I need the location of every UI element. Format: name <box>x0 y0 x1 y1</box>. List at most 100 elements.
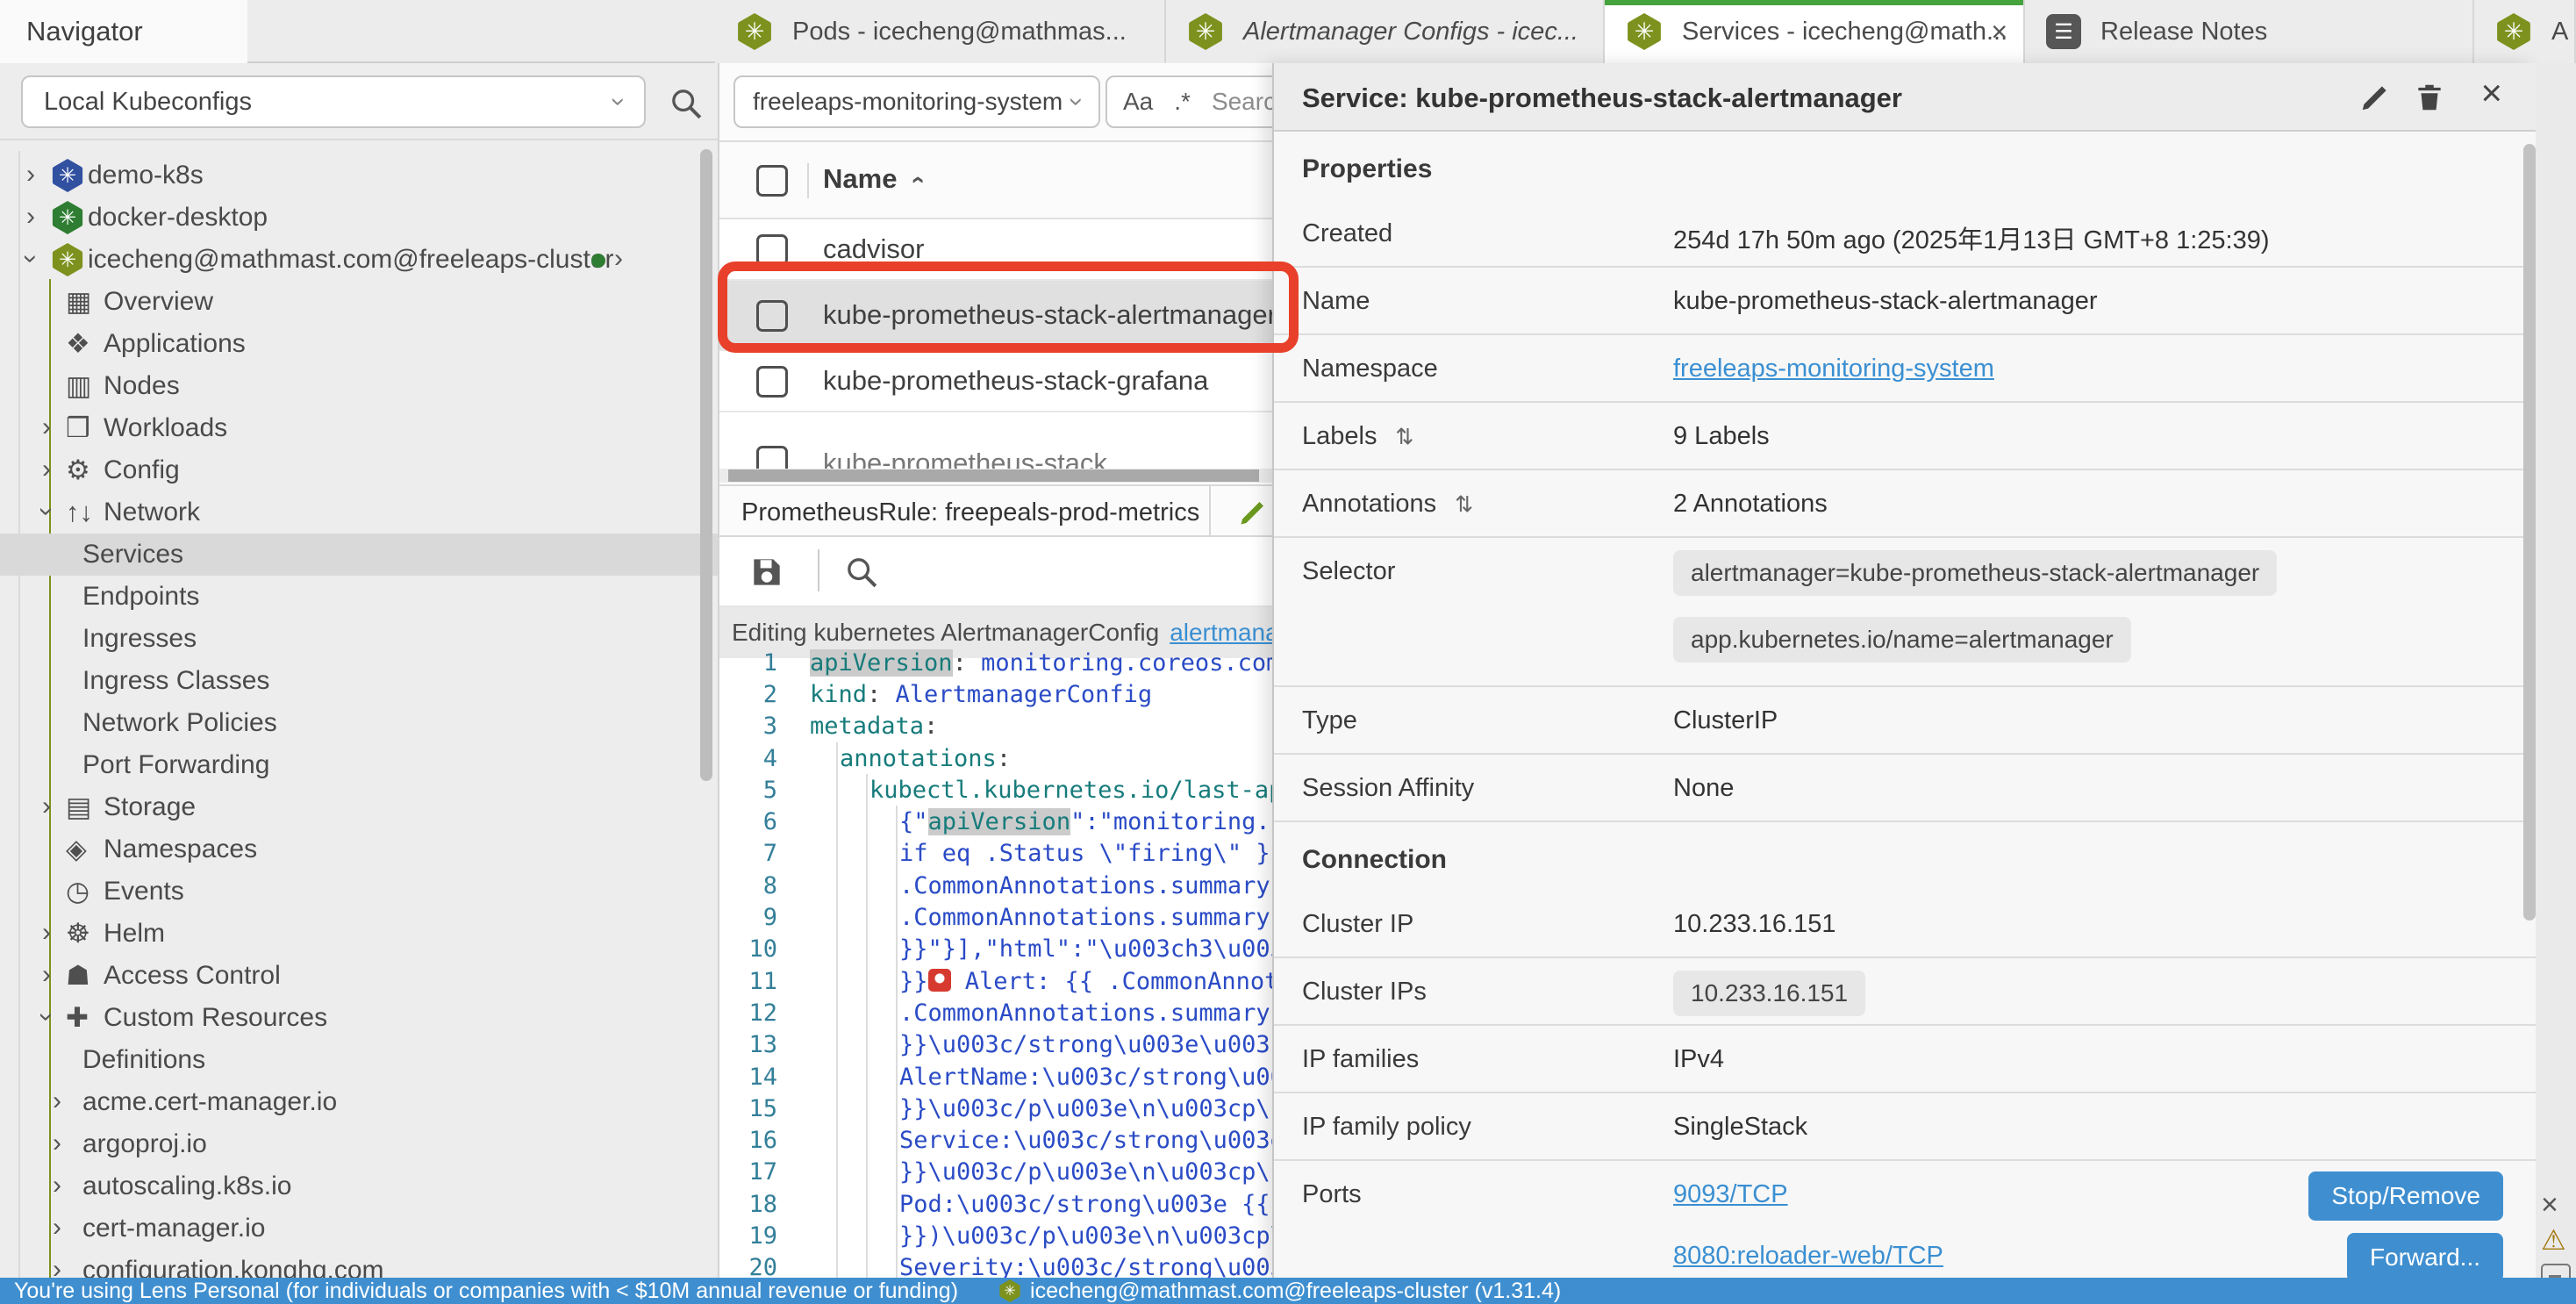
chevron-right-icon[interactable]: › <box>614 244 623 274</box>
select-all-checkbox[interactable] <box>756 165 788 197</box>
horizontal-scrollbar-thumb[interactable] <box>728 469 1259 482</box>
chevron-right-icon[interactable]: › <box>42 412 51 442</box>
chevron-down-icon[interactable]: › <box>16 254 46 263</box>
name-column-header[interactable]: Name› <box>823 163 921 195</box>
delete-trash-icon[interactable] <box>2413 81 2446 114</box>
detail-row-namespace: Namespacefreeleaps-monitoring-system <box>1274 335 2536 403</box>
sort-both-icon[interactable]: ⇅ <box>1449 492 1473 517</box>
indent-guide <box>866 1157 868 1188</box>
sidebar-item-services[interactable]: Services <box>0 534 719 576</box>
sidebar-item-network[interactable]: ›↑↓Network <box>0 491 719 534</box>
sidebar-item-access-control[interactable]: ›☗Access Control <box>0 955 719 997</box>
sidebar-item-config[interactable]: ›⚙Config <box>0 449 719 491</box>
indent-guide <box>836 838 838 870</box>
chevron-right-icon[interactable]: › <box>53 1213 61 1243</box>
sidebar-item-workloads[interactable]: ›❒Workloads <box>0 407 719 449</box>
chevron-right-icon[interactable]: › <box>26 160 35 190</box>
edit-pencil-icon[interactable] <box>2358 81 2392 114</box>
sidebar-item-demo-k8s[interactable]: ›✳demo-k8s <box>0 154 719 197</box>
chevron-right-icon[interactable]: › <box>26 202 35 232</box>
chevron-down-icon[interactable]: › <box>32 507 61 516</box>
workloads-icon: ❒ <box>66 412 90 444</box>
sidebar-item-applications[interactable]: ❖Applications <box>0 323 719 365</box>
row-checkbox[interactable] <box>756 366 788 398</box>
editor-search-icon[interactable] <box>844 555 879 590</box>
sidebar-item-ingress-classes[interactable]: Ingress Classes <box>0 660 719 702</box>
drawer-header: Service: kube-prometheus-stack-alertmana… <box>1274 63 2536 132</box>
sidebar-item-icecheng-mathmast-com-freeleaps-cluster[interactable]: ›✳icecheng@mathmast.com@freeleaps-cluste… <box>0 239 719 281</box>
chevron-right-icon[interactable]: › <box>53 1086 61 1116</box>
sidebar-item-docker-desktop[interactable]: ›✳docker-desktop <box>0 197 719 239</box>
sidebar-item-ingresses[interactable]: Ingresses <box>0 618 719 660</box>
kubeconfig-select-value: Local Kubeconfigs <box>44 88 252 117</box>
line-number: 10 <box>719 935 797 963</box>
sidebar-item-label: Applications <box>104 329 246 359</box>
sidebar-item-namespaces[interactable]: ◈Namespaces <box>0 828 719 871</box>
drawer-scrollbar[interactable] <box>2523 144 2536 921</box>
sidebar-item-label: cert-manager.io <box>82 1214 265 1243</box>
sidebar-item-helm[interactable]: ›☸Helm <box>0 913 719 955</box>
tab-release-notes[interactable]: ☰Release Notes <box>2025 0 2474 63</box>
row-checkbox[interactable] <box>756 446 788 469</box>
horizontal-scrollbar[interactable] <box>719 469 1272 483</box>
sidebar-item-definitions[interactable]: Definitions <box>0 1039 719 1081</box>
sidebar-item-argoproj-io[interactable]: › argoproj.io <box>0 1123 719 1165</box>
sidebar-item-label: argoproj.io <box>82 1129 207 1159</box>
chevron-right-icon[interactable]: › <box>53 1171 61 1200</box>
indent-guide <box>896 1252 898 1278</box>
indent-guide <box>896 870 898 901</box>
sidebar-scrollbar[interactable] <box>700 149 712 781</box>
sidebar-item-storage[interactable]: ›▤Storage <box>0 786 719 828</box>
chevron-down-icon[interactable]: › <box>32 1013 61 1021</box>
chevron-right-icon[interactable]: › <box>42 960 51 990</box>
kubeconfig-select[interactable]: Local Kubeconfigs › <box>21 75 646 128</box>
events-clock-icon: ◷ <box>66 876 89 907</box>
sidebar-item-overview[interactable]: ▦Overview <box>0 281 719 323</box>
tab-label: Alertmanager Configs - icec... <box>1243 18 1578 47</box>
chevron-right-icon[interactable]: › <box>53 1128 61 1158</box>
port-action-button[interactable]: Forward... <box>2347 1233 2503 1278</box>
indent-guide <box>896 901 898 933</box>
port-link[interactable]: 8080:reloader-web/TCP <box>1673 1242 1943 1271</box>
row-value[interactable]: freeleaps-monitoring-system <box>1673 355 1994 383</box>
chevron-right-icon[interactable]: › <box>53 1255 61 1278</box>
port-link[interactable]: 9093/TCP <box>1673 1180 1788 1209</box>
edit-pencil-icon[interactable] <box>1237 497 1269 528</box>
indent-guide <box>866 1188 868 1220</box>
tab-services-icecheng-math-[interactable]: ✳Services - icecheng@math...× <box>1605 0 2025 63</box>
tab-close-icon[interactable]: × <box>1991 16 2007 48</box>
search-icon[interactable] <box>669 86 704 121</box>
active-cluster-status[interactable]: ✳ icecheng@mathmast.com@freeleaps-cluste… <box>998 1279 1561 1304</box>
sidebar-item-events[interactable]: ◷Events <box>0 871 719 913</box>
match-case-icon[interactable]: Aa <box>1123 88 1153 116</box>
tab-a[interactable]: ✳A <box>2474 0 2576 63</box>
chevron-right-icon[interactable]: › <box>42 792 51 821</box>
sidebar-item-port-forwarding[interactable]: Port Forwarding <box>0 744 719 786</box>
sidebar-item-label: Port Forwarding <box>82 750 269 780</box>
close-icon[interactable]: × <box>2480 72 2502 114</box>
tab-pods-icecheng-mathmas-[interactable]: ✳Pods - icecheng@mathmas... <box>715 0 1166 63</box>
sidebar-item-label: acme.cert-manager.io <box>82 1087 337 1117</box>
sidebar-item-acme-cert-manager-io[interactable]: › acme.cert-manager.io <box>0 1081 719 1123</box>
sort-both-icon[interactable]: ⇅ <box>1389 425 1413 449</box>
port-action-button[interactable]: Stop/Remove <box>2308 1171 2503 1221</box>
tab-alertmanager-configs-ice[interactable]: ✳Alertmanager Configs - icec... <box>1166 0 1605 63</box>
row-value: 2 Annotations <box>1673 490 1828 519</box>
indent-guide <box>836 1252 838 1278</box>
code-token: AlertmanagerConfig <box>896 681 1153 708</box>
sidebar-item-network-policies[interactable]: Network Policies <box>0 702 719 744</box>
sidebar-item-nodes[interactable]: ▥Nodes <box>0 365 719 407</box>
sidebar-item-endpoints[interactable]: Endpoints <box>0 576 719 618</box>
sidebar-item-configuration-konghq-com[interactable]: ›configuration.konghq.com <box>0 1250 719 1278</box>
sidebar-item-label: autoscaling.k8s.io <box>82 1171 291 1201</box>
sidebar-item-custom-resources[interactable]: ›✚Custom Resources <box>0 997 719 1039</box>
sidebar-item-cert-manager-io[interactable]: › cert-manager.io <box>0 1207 719 1250</box>
sidebar-item-label: Access Control <box>104 961 281 991</box>
chevron-right-icon[interactable]: › <box>42 455 51 484</box>
chevron-right-icon[interactable]: › <box>42 918 51 948</box>
sidebar-item-autoscaling-k8s-io[interactable]: › autoscaling.k8s.io <box>0 1165 719 1207</box>
regex-icon[interactable]: .* <box>1174 88 1191 116</box>
namespace-select[interactable]: freeleaps-monitoring-system › <box>733 75 1100 128</box>
notification-close-icon[interactable]: × <box>2541 1188 2558 1222</box>
save-icon[interactable] <box>748 553 786 591</box>
